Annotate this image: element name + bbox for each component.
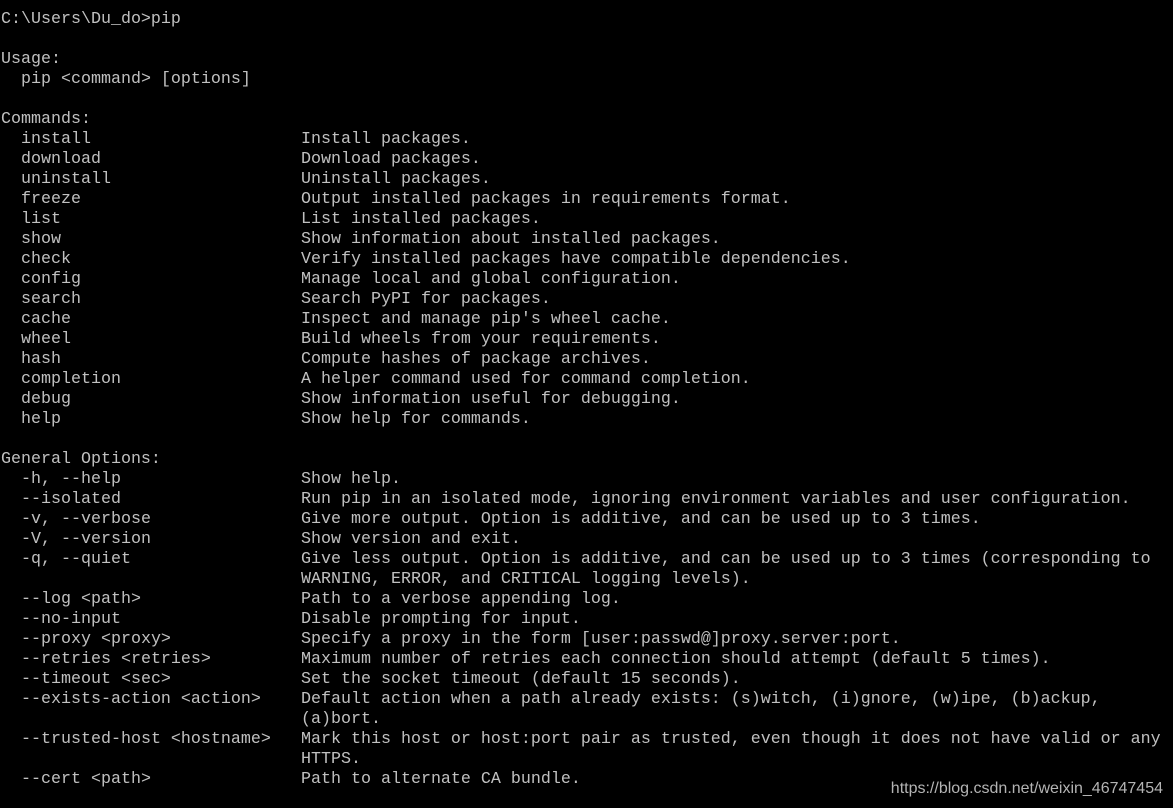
option-row: HTTPS.: [1, 750, 361, 770]
option-row-description: Specify a proxy in the form [user:passwd…: [301, 630, 901, 649]
command-row: completion A helper command used for comm…: [1, 370, 751, 390]
option-row-description: Show help.: [301, 470, 401, 489]
command-row-name: completion: [21, 370, 121, 389]
command-row: download Download packages.: [1, 150, 481, 170]
option-row: -h, --help Show help.: [1, 470, 401, 490]
command-row-description: Install packages.: [301, 130, 471, 149]
option-row-name: -h, --help: [21, 470, 121, 489]
option-row: -v, --verbose Give more output. Option is…: [1, 510, 981, 530]
command-row-name: hash: [21, 350, 61, 369]
command-row-name: help: [21, 410, 61, 429]
command-row-name: freeze: [21, 190, 81, 209]
option-row-name: --proxy <proxy>: [21, 630, 171, 649]
commands-heading: Commands:: [1, 110, 91, 129]
command-row: check Verify installed packages have comp…: [1, 250, 851, 270]
command-row-name: show: [21, 230, 61, 249]
option-row-description: Default action when a path already exist…: [301, 690, 1101, 709]
option-row-description: Mark this host or host:port pair as trus…: [301, 730, 1161, 749]
command-row-name: wheel: [21, 330, 71, 349]
option-row: --exists-action <action> Default action w…: [1, 690, 1101, 710]
option-row-description: HTTPS.: [301, 750, 361, 769]
option-row: -V, --version Show version and exit.: [1, 530, 521, 550]
options-list: -h, --help Show help. --isolated Run pip in…: [1, 470, 1161, 790]
command-row: debug Show information useful for debuggi…: [1, 390, 681, 410]
option-row-name: --retries <retries>: [21, 650, 211, 669]
option-row: --proxy <proxy> Specify a proxy in the fo…: [1, 630, 901, 650]
watermark: https://blog.csdn.net/weixin_46747454: [890, 780, 1163, 797]
option-row-name: --trusted-host <hostname>: [21, 730, 271, 749]
command-row-description: Build wheels from your requirements.: [301, 330, 661, 349]
command-row: hash Compute hashes of package archives.: [1, 350, 651, 370]
command-row: wheel Build wheels from your requirements…: [1, 330, 661, 350]
option-row-description: Give less output. Option is additive, an…: [301, 550, 1151, 569]
command-row-name: list: [21, 210, 61, 229]
command-row-description: Compute hashes of package archives.: [301, 350, 651, 369]
prompt-line: C:\Users\Du_do>pip: [1, 10, 181, 29]
command-row-description: Inspect and manage pip's wheel cache.: [301, 310, 671, 329]
command-row-name: search: [21, 290, 81, 309]
command-row-description: Show information useful for debugging.: [301, 390, 681, 409]
command-row-description: Output installed packages in requirement…: [301, 190, 791, 209]
option-row-description: (a)bort.: [301, 710, 381, 729]
commands-list: install Install packages. download Download…: [1, 130, 851, 430]
option-row-name: --no-input: [21, 610, 121, 629]
command-row: install Install packages.: [1, 130, 471, 150]
option-row-name: -V, --version: [21, 530, 151, 549]
option-row: --cert <path> Path to alternate CA bundle…: [1, 770, 581, 790]
command-row-description: A helper command used for command comple…: [301, 370, 751, 389]
option-row: --timeout <sec> Set the socket timeout (d…: [1, 670, 741, 690]
option-row-name: --exists-action <action>: [21, 690, 261, 709]
option-row: --no-input Disable prompting for input.: [1, 610, 581, 630]
command-row: help Show help for commands.: [1, 410, 531, 430]
option-row: -q, --quiet Give less output. Option is a…: [1, 550, 1151, 570]
command-row: list List installed packages.: [1, 210, 541, 230]
command-row-description: Show help for commands.: [301, 410, 531, 429]
option-row-name: --isolated: [21, 490, 121, 509]
option-row-description: Disable prompting for input.: [301, 610, 581, 629]
command-row: config Manage local and global configurat…: [1, 270, 681, 290]
command-row: uninstall Uninstall packages.: [1, 170, 491, 190]
command-row-description: Show information about installed package…: [301, 230, 721, 249]
options-heading: General Options:: [1, 450, 161, 469]
command-row-name: cache: [21, 310, 71, 329]
usage-text: pip <command> [options]: [21, 70, 251, 89]
option-row-name: --log <path>: [21, 590, 141, 609]
option-row-description: Path to alternate CA bundle.: [301, 770, 581, 789]
option-row: --retries <retries> Maximum number of ret…: [1, 650, 1051, 670]
option-row-description: WARNING, ERROR, and CRITICAL logging lev…: [301, 570, 751, 589]
usage-heading: Usage:: [1, 50, 61, 69]
option-row-description: Run pip in an isolated mode, ignoring en…: [301, 490, 1131, 509]
option-row-name: --timeout <sec>: [21, 670, 171, 689]
command-row-name: check: [21, 250, 71, 269]
option-row: --log <path> Path to a verbose appending …: [1, 590, 621, 610]
terminal-output: C:\Users\Du_do>pip Usage: pip <command> …: [1, 10, 1161, 790]
option-row-description: Path to a verbose appending log.: [301, 590, 621, 609]
option-row: WARNING, ERROR, and CRITICAL logging lev…: [1, 570, 751, 590]
command-row: freeze Output installed packages in requi…: [1, 190, 791, 210]
option-row: --trusted-host <hostname> Mark this host …: [1, 730, 1161, 750]
command-row-name: install: [21, 130, 91, 149]
option-row-name: -q, --quiet: [21, 550, 131, 569]
command-row-description: Uninstall packages.: [301, 170, 491, 189]
command-row-description: Verify installed packages have compatibl…: [301, 250, 851, 269]
command-row: search Search PyPI for packages.: [1, 290, 551, 310]
option-row-name: --cert <path>: [21, 770, 151, 789]
command-row: cache Inspect and manage pip's wheel cach…: [1, 310, 671, 330]
command-row-name: uninstall: [21, 170, 111, 189]
command-row-name: config: [21, 270, 81, 289]
option-row: (a)bort.: [1, 710, 381, 730]
command-row-name: download: [21, 150, 101, 169]
command-row-description: List installed packages.: [301, 210, 541, 229]
option-row-description: Maximum number of retries each connectio…: [301, 650, 1051, 669]
option-row-description: Show version and exit.: [301, 530, 521, 549]
option-row-description: Set the socket timeout (default 15 secon…: [301, 670, 741, 689]
command-row: show Show information about installed pac…: [1, 230, 721, 250]
command-row-description: Manage local and global configuration.: [301, 270, 681, 289]
option-row-description: Give more output. Option is additive, an…: [301, 510, 981, 529]
command-row-description: Download packages.: [301, 150, 481, 169]
option-row: --isolated Run pip in an isolated mode, i…: [1, 490, 1131, 510]
command-row-name: debug: [21, 390, 71, 409]
command-row-description: Search PyPI for packages.: [301, 290, 551, 309]
option-row-name: -v, --verbose: [21, 510, 151, 529]
